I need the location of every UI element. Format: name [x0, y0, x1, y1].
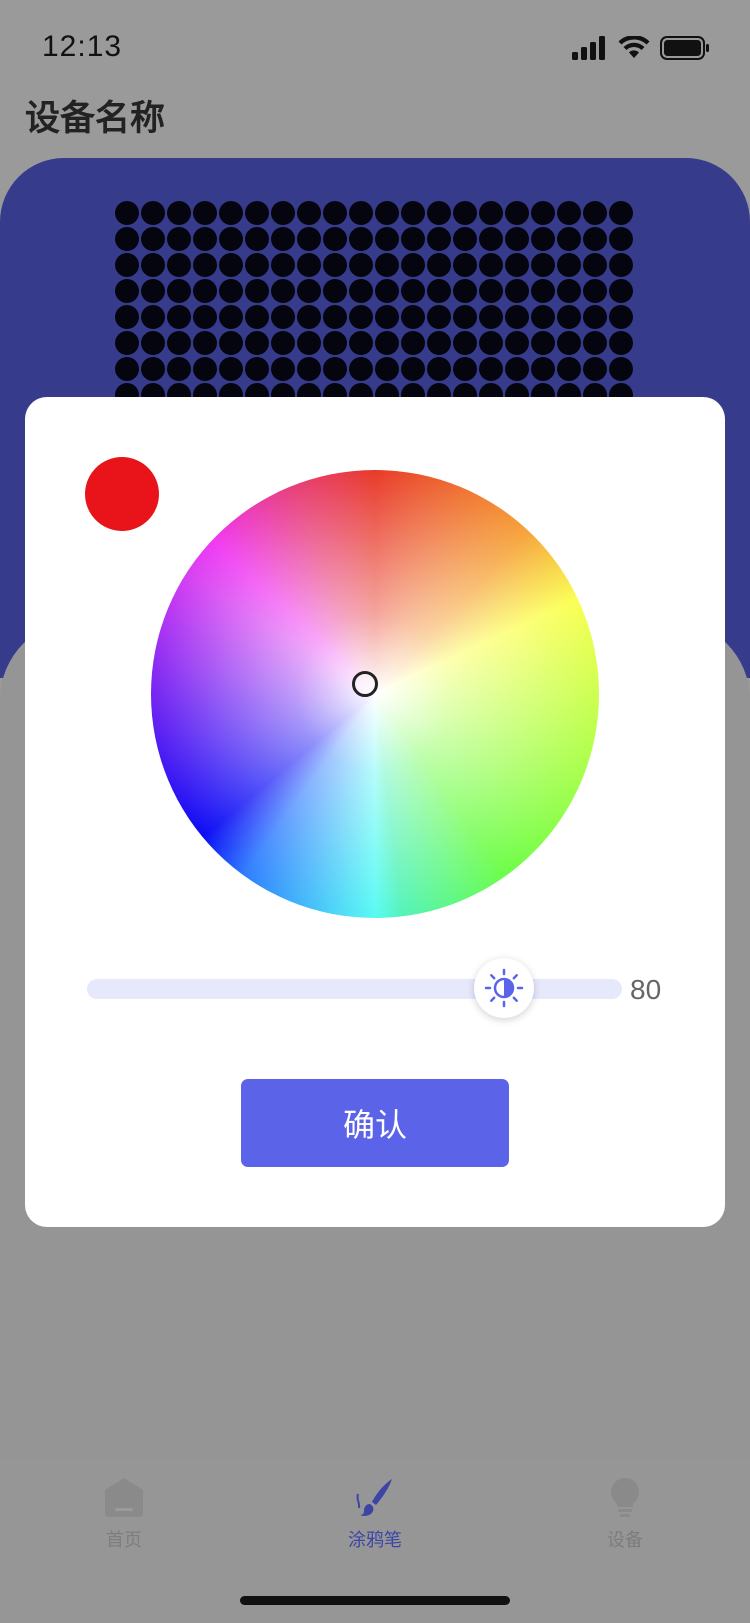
tab-home[interactable]: 首页 — [64, 1476, 184, 1552]
status-time: 12:13 — [42, 30, 123, 63]
color-wheel-handle[interactable] — [352, 671, 378, 697]
led-dot-matrix[interactable] — [115, 201, 635, 401]
battery-icon — [660, 36, 709, 60]
status-bar: 12:13 — [0, 0, 750, 100]
brightness-slider-thumb[interactable] — [474, 958, 535, 1018]
home-icon — [105, 1478, 143, 1517]
tab-home-label: 首页 — [106, 1530, 142, 1551]
tab-device[interactable]: 设备 — [565, 1476, 685, 1552]
tab-paint-label: 涂鸦笔 — [348, 1530, 402, 1551]
color-wheel[interactable] — [151, 470, 599, 918]
wifi-icon — [618, 36, 650, 58]
tab-paint[interactable]: 涂鸦笔 — [315, 1476, 435, 1552]
brush-icon — [356, 1479, 392, 1516]
brightness-slider-track[interactable] — [87, 979, 622, 999]
tab-device-label: 设备 — [607, 1530, 643, 1551]
color-picker-modal: 80 确认 — [25, 397, 725, 1227]
brightness-icon — [485, 968, 524, 1008]
confirm-button[interactable]: 确认 — [241, 1079, 509, 1167]
status-icons — [572, 36, 710, 60]
brightness-value: 80 — [630, 974, 662, 1005]
selected-color-swatch — [85, 457, 159, 531]
page-title: 设备名称 — [25, 99, 166, 139]
bulb-icon — [610, 1478, 640, 1517]
signal-icon — [572, 36, 605, 60]
home-indicator — [240, 1596, 510, 1605]
